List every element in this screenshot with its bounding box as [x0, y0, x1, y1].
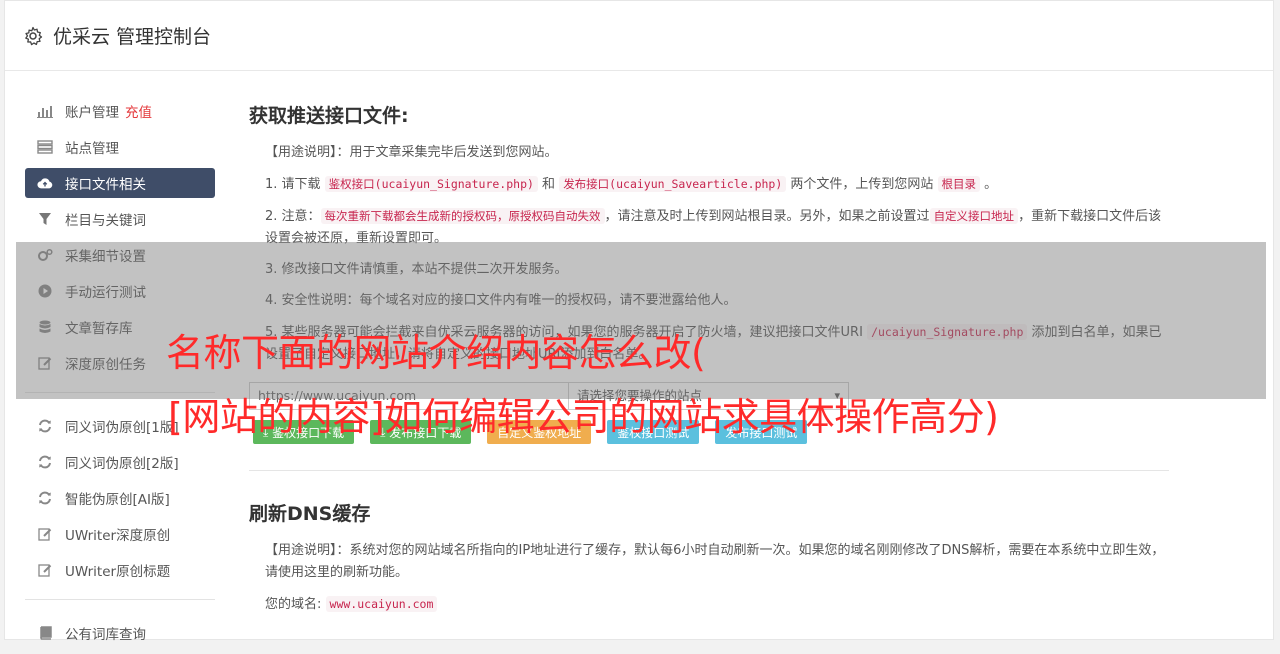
gear-icon [25, 26, 43, 45]
sidebar-item-label: 站点管理 [65, 141, 119, 157]
sidebar-item-label: 同义词伪原创[2版] [65, 456, 179, 472]
refresh-icon [37, 490, 53, 506]
section-title-interface-files: 获取推送接口文件: [249, 105, 409, 127]
text: ，请注意及时上传到网站根目录。另外，如果之前设置过 [604, 209, 930, 224]
recharge-link[interactable]: 充值 [125, 101, 152, 121]
text: 和 [537, 177, 560, 192]
edit-icon [37, 562, 53, 578]
sidebar-item-uwriter-title[interactable]: UWriter原创标题 [25, 555, 215, 585]
sidebar-item-sites[interactable]: 站点管理 [25, 132, 215, 162]
server-icon [37, 139, 53, 155]
sidebar-item-label: UWriter原创标题 [65, 564, 171, 580]
sidebar-item-synonym-v2[interactable]: 同义词伪原创[2版] [25, 447, 215, 477]
code-root-dir: 根目录 [937, 176, 981, 192]
code-custom-url: 自定义接口地址 [929, 208, 1019, 224]
text: 1. 请下载 [265, 177, 325, 192]
sidebar-item-public-lexicon[interactable]: 公有词库查询 [25, 618, 215, 648]
code-publish-file: 发布接口(ucaiyun_Savearticle.php) [559, 176, 787, 192]
bar-chart-icon [37, 103, 53, 119]
usage-note: 【用途说明】：用于文章采集完毕后发送到您网站。 [265, 145, 558, 160]
text: 。 [980, 177, 998, 192]
cloud-upload-icon [37, 175, 53, 191]
header-bar: 优采云 管理控制台 [5, 1, 1273, 71]
sidebar-divider [25, 599, 215, 600]
section-title-dns: 刷新DNS缓存 [249, 503, 371, 525]
refresh-icon [37, 454, 53, 470]
overlay-headline-line2: [网站的内容]如何编辑公司的网站求具体操作高分) [168, 395, 999, 439]
sidebar-item-label: 公有词库查询 [65, 627, 146, 643]
sidebar-item-uwriter-deep[interactable]: UWriter深度原创 [25, 519, 215, 549]
instruction-1: 1. 请下载 鉴权接口(ucaiyun_Signature.php) 和 发布接… [265, 173, 1169, 196]
sidebar-item-label: 同义词伪原创[1版] [65, 420, 179, 436]
code-warning: 每次重新下载都会生成新的授权码，原授权码自动失效 [320, 208, 605, 224]
edit-icon [37, 526, 53, 542]
section-divider [249, 470, 1169, 471]
code-sign-file: 鉴权接口(ucaiyun_Signature.php) [324, 176, 538, 192]
app-title: 优采云 管理控制台 [53, 26, 212, 48]
refresh-icon [37, 418, 53, 434]
sidebar-item-label: 接口文件相关 [65, 177, 146, 193]
text: 2. 注意： [265, 209, 321, 224]
sidebar-item-label: 智能伪原创[AI版] [65, 492, 170, 508]
domain-value: www.ucaiyun.com [325, 596, 438, 612]
sidebar-item-label: UWriter深度原创 [65, 528, 171, 544]
sidebar-item-columns-keywords[interactable]: 栏目与关键词 [25, 204, 215, 234]
text: 两个文件，上传到您网站 [786, 177, 938, 192]
book-icon [37, 625, 53, 641]
sidebar-item-account[interactable]: 账户管理 充值 [25, 96, 215, 126]
sidebar-item-label: 栏目与关键词 [65, 213, 146, 229]
sidebar-item-smart-ai[interactable]: 智能伪原创[AI版] [25, 483, 215, 513]
overlay-headline-line1: 名称下面的网站介绍内容怎么改( [166, 331, 706, 375]
domain-label: 您的域名: [265, 597, 322, 612]
sidebar-item-interface-files[interactable]: 接口文件相关 [25, 168, 215, 198]
dns-usage-note: 【用途说明】：系统对您的网站域名所指向的IP地址进行了缓存，默认每6小时自动刷新… [265, 543, 1165, 580]
filter-icon [37, 211, 53, 227]
domain-row: 您的域名: www.ucaiyun.com [265, 593, 1169, 616]
sidebar-item-label: 账户管理 [65, 105, 119, 121]
